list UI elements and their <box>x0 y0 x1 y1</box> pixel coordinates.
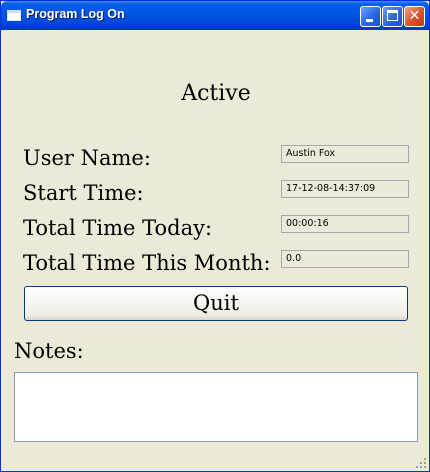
close-icon: ✕ <box>408 8 421 24</box>
total-time-today-field: 00:00:16 <box>281 215 409 233</box>
maximize-icon <box>387 10 398 21</box>
user-name-field: Austin Fox <box>281 145 409 163</box>
start-time-field: 17-12-08-14:37:09 <box>281 180 409 198</box>
app-window-icon <box>7 10 21 21</box>
window-title: Program Log On <box>26 7 125 21</box>
minimize-button[interactable] <box>360 6 381 27</box>
total-time-today-label: Total Time Today: <box>23 216 213 240</box>
title-bar[interactable]: Program Log On ✕ <box>1 1 429 30</box>
notes-textarea[interactable] <box>14 372 418 442</box>
notes-label: Notes: <box>14 339 84 363</box>
minimize-icon <box>366 19 373 22</box>
program-log-on-window: Program Log On ✕ Active User Name: Austi… <box>0 0 430 472</box>
total-time-month-label: Total Time This Month: <box>23 251 271 275</box>
close-button[interactable]: ✕ <box>404 6 425 27</box>
start-time-label: Start Time: <box>23 181 144 205</box>
status-text: Active <box>181 81 251 106</box>
quit-button[interactable]: Quit <box>24 286 408 321</box>
maximize-button[interactable] <box>382 6 403 27</box>
user-name-label: User Name: <box>23 146 151 170</box>
total-time-month-field: 0.0 <box>281 250 409 268</box>
resize-grip-icon[interactable] <box>415 457 427 469</box>
